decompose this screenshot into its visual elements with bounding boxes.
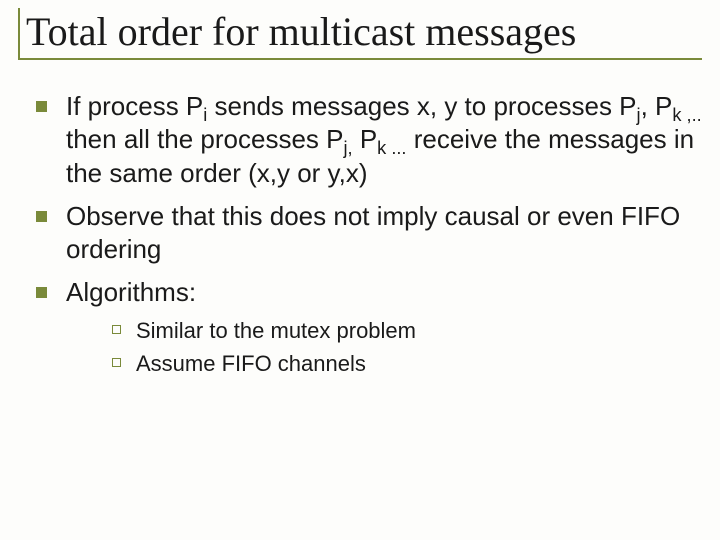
subscript-text: k ...: [377, 138, 406, 158]
text-run: then all the processes P: [66, 124, 344, 154]
slide: Total order for multicast messages If pr…: [0, 0, 720, 540]
title-container: Total order for multicast messages: [18, 8, 702, 60]
text-run: , P: [641, 91, 673, 121]
text-run: P: [353, 124, 378, 154]
text-run: Similar to the mutex problem: [136, 318, 416, 343]
text-run: Algorithms:: [66, 277, 196, 307]
text-run: If process P: [66, 91, 203, 121]
subscript-text: k ,..: [672, 105, 701, 125]
slide-body: If process Pi sends messages x, y to pro…: [32, 90, 702, 379]
bullet-item: Observe that this does not imply causal …: [32, 200, 702, 267]
text-run: Observe that this does not imply causal …: [66, 201, 680, 264]
slide-title: Total order for multicast messages: [26, 10, 702, 54]
text-run: Assume FIFO channels: [136, 351, 366, 376]
bullet-item: Algorithms: Similar to the mutex problem A…: [32, 276, 702, 379]
sub-bullet-item: Assume FIFO channels: [110, 349, 702, 379]
bullet-list-level1: If process Pi sends messages x, y to pro…: [32, 90, 702, 379]
text-run: sends messages x, y to processes P: [207, 91, 636, 121]
bullet-list-level2: Similar to the mutex problem Assume FIFO …: [110, 316, 702, 379]
subscript-text: j,: [344, 138, 353, 158]
sub-bullet-item: Similar to the mutex problem: [110, 316, 702, 346]
bullet-item: If process Pi sends messages x, y to pro…: [32, 90, 702, 190]
